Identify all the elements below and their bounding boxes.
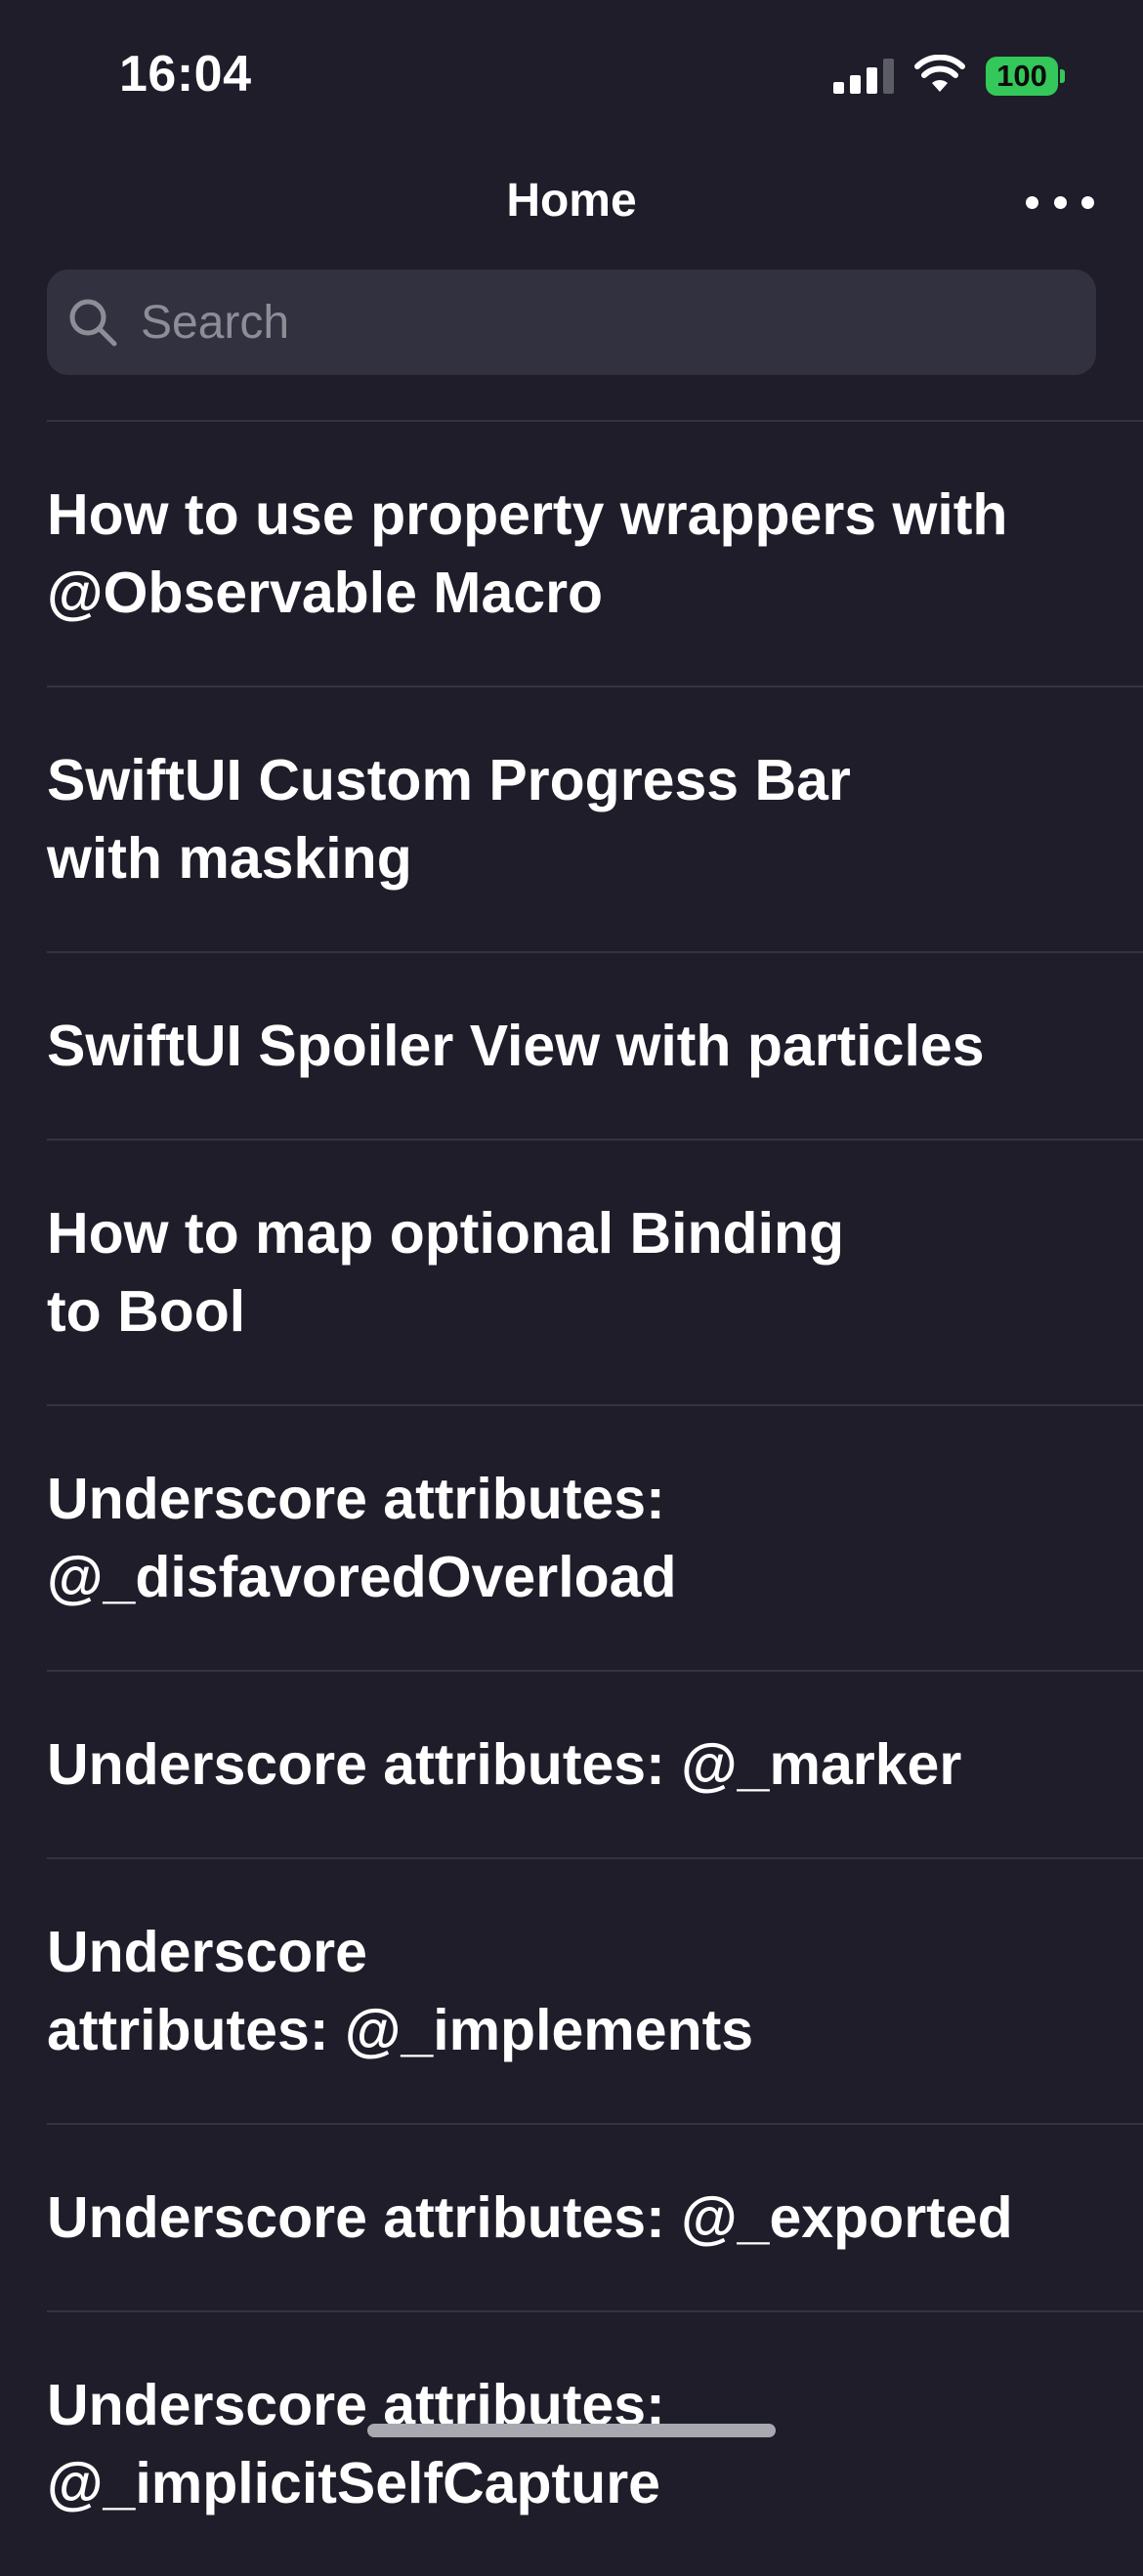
list-item-title: Underscore attributes: @_implements (47, 1920, 754, 2062)
ellipsis-icon (1026, 195, 1038, 209)
list-item[interactable]: Underscore attributes: @_exported (47, 2123, 1143, 2310)
list-item[interactable]: How to use property wrappers with @Obser… (47, 420, 1143, 686)
page-title: Home (506, 175, 637, 227)
list-item[interactable]: Underscore attributes: @_implements (47, 1857, 1143, 2123)
status-time: 16:04 (119, 46, 252, 103)
signal-icon (833, 59, 894, 94)
ellipsis-icon (1081, 195, 1094, 209)
list-item-title: SwiftUI Spoiler View with particles (47, 1014, 985, 1078)
ellipsis-icon (1053, 195, 1067, 209)
search-bar[interactable] (47, 270, 1096, 375)
list-item-title: Underscore attributes: @_exported (47, 2185, 1013, 2250)
list-item[interactable]: Underscore attributes: @_marker (47, 1670, 1143, 1857)
battery-cap (1060, 69, 1065, 83)
wifi-icon (914, 55, 965, 92)
battery-level: 100 (986, 57, 1058, 96)
list-item-title: How to use property wrappers with @Obser… (47, 482, 1008, 625)
list-item-title: How to map optional Binding to Bool (47, 1201, 845, 1344)
list-item-title: Underscore attributes: @_marker (47, 1732, 962, 1797)
list-item[interactable]: Underscore attributes: @_implicitSelfCap… (47, 2310, 1143, 2576)
list-item[interactable]: Underscore attributes: @_disfavoredOverl… (47, 1404, 1143, 1670)
list-item-title: Underscore attributes: @_disfavoredOverl… (47, 1467, 677, 1609)
list-item-title: SwiftUI Custom Progress Bar with masking (47, 748, 851, 891)
more-options-button[interactable] (1026, 186, 1094, 219)
article-list: How to use property wrappers with @Obser… (0, 420, 1143, 2576)
list-item[interactable]: How to map optional Binding to Bool (47, 1139, 1143, 1404)
home-indicator[interactable] (367, 2424, 776, 2437)
battery-icon: 100 (986, 57, 1065, 96)
list-item[interactable]: SwiftUI Custom Progress Bar with masking (47, 686, 1143, 951)
search-icon (69, 299, 117, 347)
list-item[interactable]: SwiftUI Spoiler View with particles (47, 951, 1143, 1139)
status-bar: 16:04 100 (0, 0, 1143, 146)
list-item-title: Underscore attributes: @_implicitSelfCap… (47, 2373, 665, 2515)
search-input[interactable] (139, 272, 1022, 372)
